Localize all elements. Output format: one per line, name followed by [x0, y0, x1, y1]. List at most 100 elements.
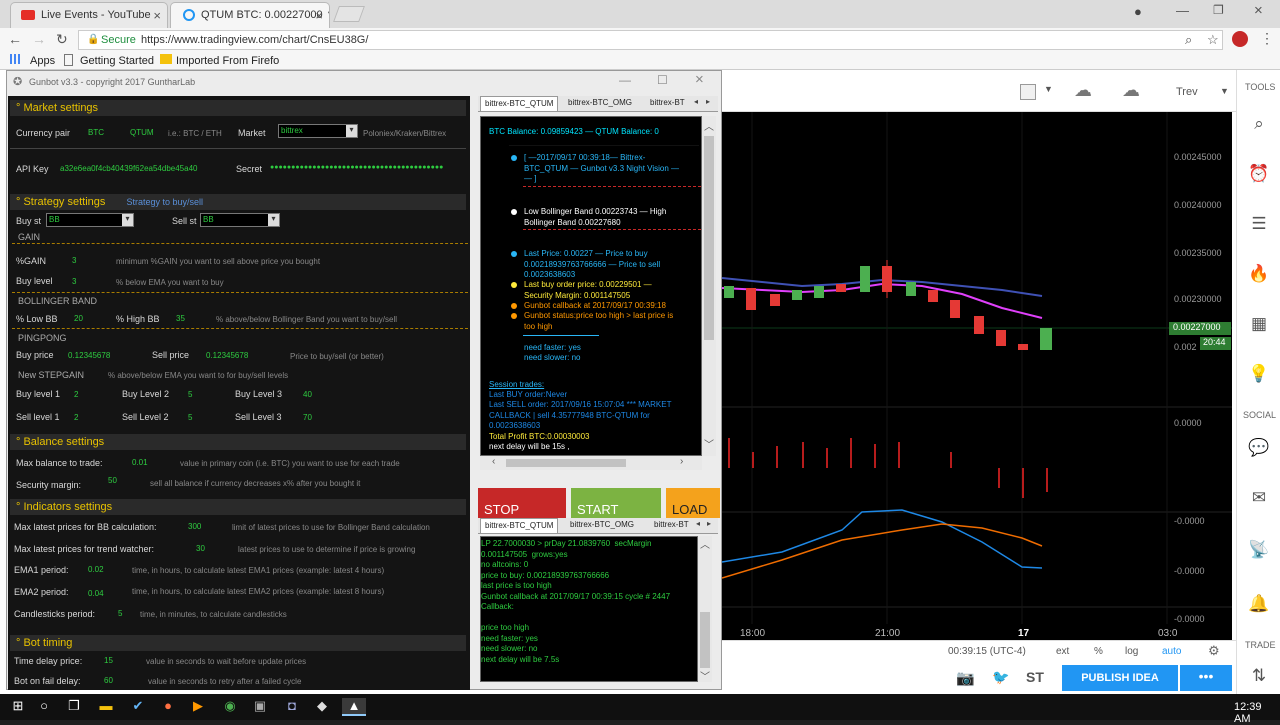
reload-icon[interactable]: ↻ — [56, 31, 68, 48]
file-explorer-icon[interactable]: ▬ — [96, 698, 116, 716]
close-icon[interactable]: × — [695, 71, 704, 88]
bookmark-apps[interactable]: Apps — [30, 55, 55, 67]
tab-scroll-left-icon[interactable]: ◂ — [694, 97, 698, 106]
security-margin-field[interactable]: 50 — [108, 476, 117, 485]
chevron-down-icon[interactable]: ▼ — [1220, 86, 1229, 96]
maximize-icon[interactable]: ☐ — [657, 73, 668, 87]
trade-arrows-icon[interactable]: ⇅ — [1247, 666, 1271, 690]
base-currency-field[interactable]: BTC — [88, 128, 104, 137]
publish-idea-button[interactable]: PUBLISH IDEA — [1062, 665, 1178, 691]
timing-field[interactable]: 15 — [104, 656, 113, 665]
tab-scroll-right-icon[interactable]: ▸ — [706, 97, 710, 106]
firefox-icon[interactable]: ● — [158, 698, 178, 716]
app-icon[interactable]: ✔ — [128, 698, 148, 716]
app-icon[interactable]: ◆ — [312, 698, 332, 716]
tab-btc-other[interactable]: bittrex-BT — [650, 98, 694, 107]
stocktwits-icon[interactable]: ST — [1026, 669, 1044, 685]
menu-icon[interactable]: ⋮ — [1260, 30, 1274, 47]
list-icon[interactable]: ☰ — [1247, 214, 1271, 238]
alarm-clock-icon[interactable]: ⏰ — [1247, 164, 1271, 188]
bookmark-getting-started[interactable]: Getting Started — [80, 55, 154, 67]
high-bb-field[interactable]: 35 — [176, 314, 185, 323]
broadcast-icon[interactable]: 📡 — [1247, 540, 1271, 564]
browser-tab-youtube[interactable]: Live Events - YouTube × — [10, 2, 168, 28]
close-icon[interactable]: × — [315, 8, 323, 23]
scroll-right-icon[interactable]: › — [680, 456, 683, 467]
start-button[interactable]: START — [571, 488, 661, 518]
browser-tab-tradingview[interactable]: QTUM BTC: 0.00227000 ▼ × — [170, 2, 330, 28]
gear-icon[interactable]: ⚙ — [1208, 643, 1220, 659]
tab-btc-other[interactable]: bittrex-BT — [654, 520, 694, 529]
bookmark-imported-firefox[interactable]: Imported From Firefo — [176, 55, 279, 67]
cloud-upload-icon[interactable]: ☁ — [1122, 80, 1140, 101]
forward-icon[interactable]: → — [32, 31, 46, 47]
maximize-icon[interactable]: ❐ — [1213, 3, 1224, 17]
tab-scroll-right-icon[interactable]: ▸ — [707, 519, 711, 528]
buy-price-field[interactable]: 0.12345678 — [68, 351, 110, 360]
sell-price-field[interactable]: 0.12345678 — [206, 351, 248, 360]
quote-currency-field[interactable]: QTUM — [130, 128, 154, 137]
scroll-up-icon[interactable]: ︿ — [700, 536, 710, 551]
calendar-icon[interactable]: ▦ — [1247, 314, 1271, 338]
messages-icon[interactable]: ✉ — [1247, 488, 1271, 512]
tab-scroll-left-icon[interactable]: ◂ — [696, 519, 700, 528]
tab-btc-qtum[interactable]: bittrex-BTC_QTUM — [480, 518, 559, 534]
url-field[interactable]: 🔒 Secure https://www.tradingview.com/cha… — [78, 30, 1223, 50]
market-select[interactable]: bittrex ▾ — [278, 124, 358, 138]
fire-icon[interactable]: 🔥 — [1247, 264, 1271, 288]
scroll-up-icon[interactable]: ︿ — [704, 118, 714, 133]
tab-btc-omg[interactable]: bittrex-BTC_OMG — [570, 520, 634, 529]
task-view-icon[interactable]: ❐ — [64, 698, 84, 716]
chevron-down-icon[interactable]: ▼ — [1044, 84, 1053, 94]
back-icon[interactable]: ← — [8, 31, 22, 47]
profile-icon[interactable]: ● — [1134, 4, 1142, 19]
app-icon[interactable]: ◘ — [282, 698, 302, 716]
more-options-button[interactable]: ••• — [1180, 665, 1232, 691]
chart-layout-name[interactable]: Trev — [1176, 86, 1198, 98]
twitter-icon[interactable]: 🐦 — [992, 669, 1009, 686]
status-log[interactable]: log — [1125, 646, 1138, 657]
search-icon[interactable]: ○ — [34, 698, 54, 716]
camera-icon[interactable]: 📷 — [956, 669, 975, 687]
sell-level-3-field[interactable]: 70 — [303, 413, 312, 422]
scroll-down-icon[interactable]: ﹀ — [704, 436, 714, 451]
chart-style-icon[interactable] — [1020, 84, 1036, 100]
api-key-field[interactable]: a32e6ea0f4cb40439f62ea54dbe45a40 — [60, 164, 197, 173]
tab-btc-qtum[interactable]: bittrex-BTC_QTUM — [480, 96, 559, 112]
top-log-vertical-scrollbar[interactable]: ︿ ﹀ — [702, 116, 716, 456]
star-icon[interactable]: ☆ — [1207, 32, 1219, 48]
buy-level-1-field[interactable]: 2 — [74, 390, 78, 399]
tab-btc-omg[interactable]: bittrex-BTC_OMG — [568, 98, 632, 107]
buy-level-2-field[interactable]: 5 — [188, 390, 192, 399]
buy-strategy-select[interactable]: BB ▾ — [46, 213, 134, 227]
indicator-field[interactable]: 300 — [188, 522, 201, 531]
status-auto[interactable]: auto — [1162, 646, 1181, 657]
media-icon[interactable]: ▶ — [188, 698, 208, 716]
lightbulb-icon[interactable]: 💡 — [1247, 364, 1271, 388]
low-bb-field[interactable]: 20 — [74, 314, 83, 323]
app-icon[interactable]: ▣ — [250, 698, 270, 716]
indicator-field[interactable]: 30 — [196, 544, 205, 553]
sell-level-2-field[interactable]: 5 — [188, 413, 192, 422]
minimize-icon[interactable]: — — [619, 73, 631, 87]
search-icon[interactable]: ⌕ — [1247, 114, 1271, 138]
timing-field[interactable]: 60 — [104, 676, 113, 685]
status-percent[interactable]: % — [1094, 646, 1103, 657]
stop-button[interactable]: STOP — [478, 488, 566, 518]
scroll-thumb[interactable] — [506, 459, 626, 467]
scroll-thumb[interactable] — [704, 136, 714, 340]
scroll-left-icon[interactable]: ‹ — [492, 456, 495, 467]
top-log-horizontal-scrollbar[interactable]: ‹ › — [480, 456, 702, 470]
zoom-icon[interactable]: ⌕ — [1185, 32, 1192, 48]
sell-level-1-field[interactable]: 2 — [74, 413, 78, 422]
bottom-log-scrollbar[interactable]: ︿ ﹀ — [698, 536, 712, 683]
max-balance-field[interactable]: 0.01 — [132, 458, 148, 467]
load-button[interactable]: LOAD — [666, 488, 720, 518]
buy-level-3-field[interactable]: 40 — [303, 390, 312, 399]
status-ext[interactable]: ext — [1056, 646, 1069, 657]
chrome-icon[interactable]: ◉ — [220, 698, 240, 716]
buy-level-field[interactable]: 3 — [72, 277, 76, 286]
price-chart[interactable] — [721, 112, 1232, 640]
indicator-field[interactable]: 0.02 — [88, 565, 104, 574]
indicator-field[interactable]: 5 — [118, 609, 122, 618]
